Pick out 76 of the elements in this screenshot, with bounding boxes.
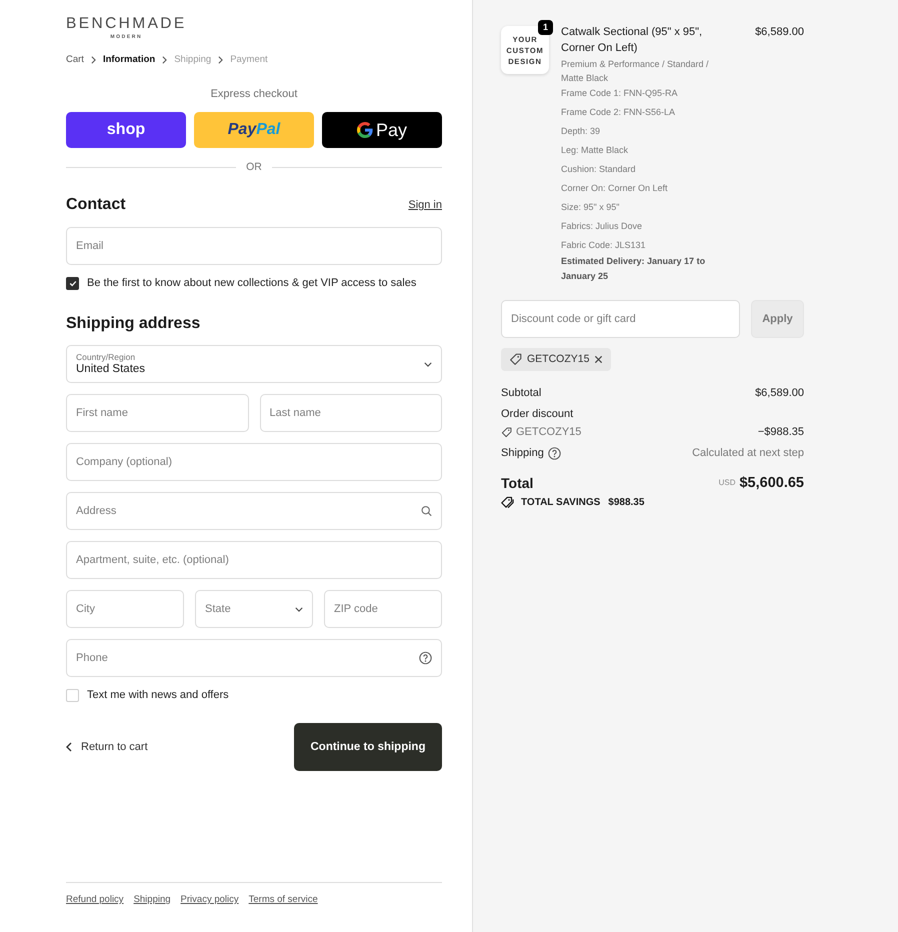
google-pay-button[interactable]: Pay bbox=[322, 112, 442, 148]
input-field[interactable]: City bbox=[66, 590, 184, 628]
search-icon bbox=[421, 506, 432, 516]
chevron-left-icon bbox=[66, 742, 72, 752]
footer-link[interactable]: Privacy policy bbox=[180, 894, 239, 906]
summary-label: Shipping bbox=[501, 446, 544, 461]
breadcrumb-step: Payment bbox=[230, 54, 268, 66]
chevron-right-icon bbox=[218, 56, 224, 64]
input-field[interactable]: Last name bbox=[260, 394, 442, 432]
logo-wordmark: BENCHMADE bbox=[66, 15, 187, 32]
footer-link[interactable]: Refund policy bbox=[66, 894, 124, 906]
delivery-estimate: Estimated Delivery: January 17 to January 25 bbox=[561, 255, 706, 283]
breadcrumb-current: Information bbox=[102, 54, 156, 66]
input-field[interactable]: ZIP code bbox=[324, 590, 442, 628]
tag-icon bbox=[509, 353, 522, 366]
product-property: Fabric Code: JLS131 bbox=[561, 239, 646, 252]
currency-code: USD bbox=[718, 478, 736, 488]
dropdown-field[interactable]: Country/Region United States bbox=[66, 345, 442, 383]
product-property: Fabrics: Julius Dove bbox=[561, 220, 642, 233]
discount-code: GETCOZY15 bbox=[516, 425, 582, 440]
phone-field[interactable]: Phone bbox=[66, 639, 442, 677]
product-price: $6,589.00 bbox=[755, 25, 804, 40]
product-property: Corner On: Corner On Left bbox=[561, 182, 668, 195]
section-heading: Shipping address bbox=[66, 314, 200, 334]
tag-icon bbox=[501, 427, 512, 438]
savings-label: TOTAL SAVINGS bbox=[521, 496, 600, 509]
section-heading: Contact bbox=[66, 195, 126, 215]
product-property: Depth: 39 bbox=[561, 125, 600, 138]
checkbox-label: Be the first to know about new collections & get VIP access to sales bbox=[87, 276, 416, 290]
quantity-badge: 1 bbox=[538, 20, 553, 35]
shop-pay-button[interactable]: shop bbox=[66, 112, 186, 148]
discount-amount: −$988.35 bbox=[758, 425, 804, 440]
input-field[interactable]: Company (optional) bbox=[66, 443, 442, 481]
discount-code-field[interactable]: Discount code or gift card bbox=[501, 300, 740, 338]
address-field[interactable]: Address bbox=[66, 492, 442, 530]
section-label: Express checkout bbox=[210, 87, 298, 101]
breadcrumb-step: Shipping bbox=[174, 54, 212, 66]
product-property: Size: 95" x 95" bbox=[561, 201, 620, 214]
help-icon[interactable] bbox=[419, 652, 432, 664]
product-title: Catwalk Sectional (95" x 95", Corner On Left) bbox=[561, 25, 704, 56]
continue-button[interactable]: Continue to shipping bbox=[294, 723, 442, 771]
footer-link[interactable]: Shipping bbox=[134, 894, 171, 906]
tags-icon bbox=[501, 496, 515, 509]
dropdown-field[interactable]: State bbox=[195, 590, 313, 628]
summary-label: Subtotal bbox=[501, 386, 542, 401]
discount-code: GETCOZY15 bbox=[527, 353, 590, 366]
sign-in-link[interactable]: Sign in bbox=[408, 198, 442, 212]
summary-value: Calculated at next step bbox=[692, 446, 804, 461]
summary-value: $6,589.00 bbox=[755, 386, 804, 401]
help-icon[interactable] bbox=[548, 447, 561, 460]
checkbox-label: Text me with news and offers bbox=[87, 688, 229, 702]
footer-link[interactable]: Terms of service bbox=[248, 894, 318, 906]
checkbox[interactable] bbox=[66, 276, 79, 290]
divider-label: OR bbox=[246, 161, 262, 173]
input-field[interactable]: First name bbox=[66, 394, 248, 432]
paypal-button[interactable]: PayPal bbox=[194, 112, 314, 148]
product-property: Frame Code 1: FNN-Q95-RA bbox=[561, 87, 678, 100]
product-property: Leg: Matte Black bbox=[561, 144, 628, 157]
savings-amount: $988.35 bbox=[608, 496, 644, 509]
product-property: Cushion: Standard bbox=[561, 163, 636, 176]
chevron-right-icon bbox=[90, 56, 96, 64]
chevron-right-icon bbox=[162, 56, 168, 64]
total-amount: $5,600.65 bbox=[739, 474, 804, 492]
checkmark-icon bbox=[68, 280, 76, 286]
email-field[interactable]: Email bbox=[66, 227, 442, 265]
close-icon[interactable] bbox=[594, 355, 604, 364]
chevron-down-icon bbox=[295, 606, 303, 612]
return-to-cart-link[interactable]: Return to cart bbox=[66, 740, 148, 754]
input-field[interactable]: Apartment, suite, etc. (optional) bbox=[66, 541, 442, 579]
product-variant: Premium & Performance / Standard / Matte Black bbox=[561, 58, 710, 85]
google-g-icon bbox=[356, 122, 373, 138]
summary-label: Order discount bbox=[501, 407, 574, 422]
total-label: Total bbox=[501, 474, 534, 492]
chevron-down-icon bbox=[424, 362, 432, 366]
breadcrumb-link[interactable]: Cart bbox=[66, 54, 84, 66]
product-property: Frame Code 2: FNN-S56-LA bbox=[561, 106, 676, 119]
